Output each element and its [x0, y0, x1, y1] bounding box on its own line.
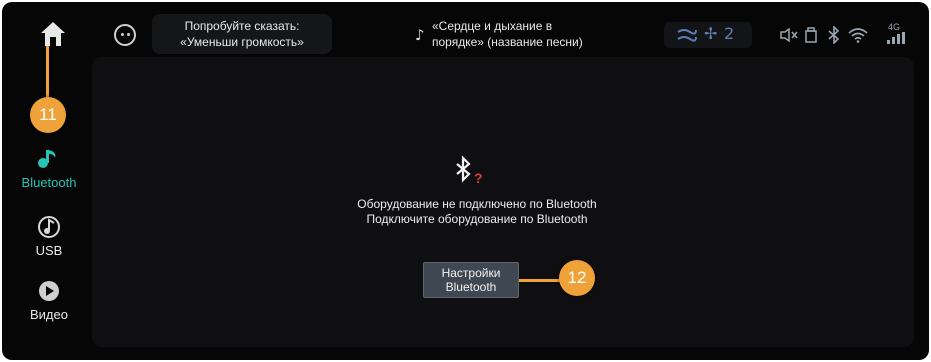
video-play-icon [39, 281, 59, 301]
usb-music-icon [38, 216, 60, 238]
callout-line-home [46, 42, 49, 102]
wifi-icon [848, 28, 868, 43]
sidebar-item-usb[interactable]: USB [16, 215, 82, 258]
bluetooth-settings-button[interactable]: Настройки Bluetooth [423, 262, 519, 298]
svg-text:?: ? [474, 170, 483, 186]
network-type-label: 4G [888, 22, 901, 32]
airflow-icon [677, 29, 697, 42]
home-icon[interactable] [38, 19, 68, 49]
song-hint-line1: «Сердце и дыхание в [432, 19, 553, 33]
bluetooth-disconnected-icon: ? [456, 155, 483, 186]
bluetooth-settings-label-line1: Настройки [441, 266, 501, 280]
fan-icon: ✢ [704, 24, 718, 43]
callout-12: 12 [559, 260, 595, 296]
song-hint: «Сердце и дыхание в порядке» (название п… [432, 18, 642, 50]
voice-hint: Попробуйте сказать: «Уменьши громкость» [152, 14, 332, 54]
bluetooth-music-icon [38, 150, 56, 168]
voice-assistant-icon[interactable] [114, 24, 136, 46]
signal-strength-icon [887, 32, 905, 44]
callout-11: 11 [30, 97, 66, 133]
bluetooth-icon [828, 26, 840, 44]
sidebar-item-bluetooth[interactable]: Bluetooth [16, 147, 82, 190]
not-connected-message: Оборудование не подключено по Bluetooth [357, 197, 597, 211]
sidebar-item-label: Видео [30, 307, 68, 322]
infotainment-screen: Попробуйте сказать: «Уменьши громкость» … [2, 2, 929, 360]
fan-level: 2 [724, 24, 735, 43]
music-note-icon: ♪ [415, 26, 425, 44]
speaker-mute-icon [780, 28, 798, 42]
bluetooth-settings-label-line2: Bluetooth [445, 280, 497, 294]
sidebar-item-video[interactable]: Видео [16, 279, 82, 322]
voice-hint-line2: «Уменьши громкость» [180, 35, 304, 49]
voice-hint-line1: Попробуйте сказать: [184, 19, 300, 33]
sidebar-item-label: Bluetooth [21, 175, 77, 190]
sidebar-item-label: USB [35, 243, 63, 258]
connect-instruction-message: Подключите оборудование по Bluetooth [366, 212, 588, 226]
usb-icon [805, 27, 817, 43]
song-hint-line2: порядке» (название песни) [432, 35, 583, 49]
